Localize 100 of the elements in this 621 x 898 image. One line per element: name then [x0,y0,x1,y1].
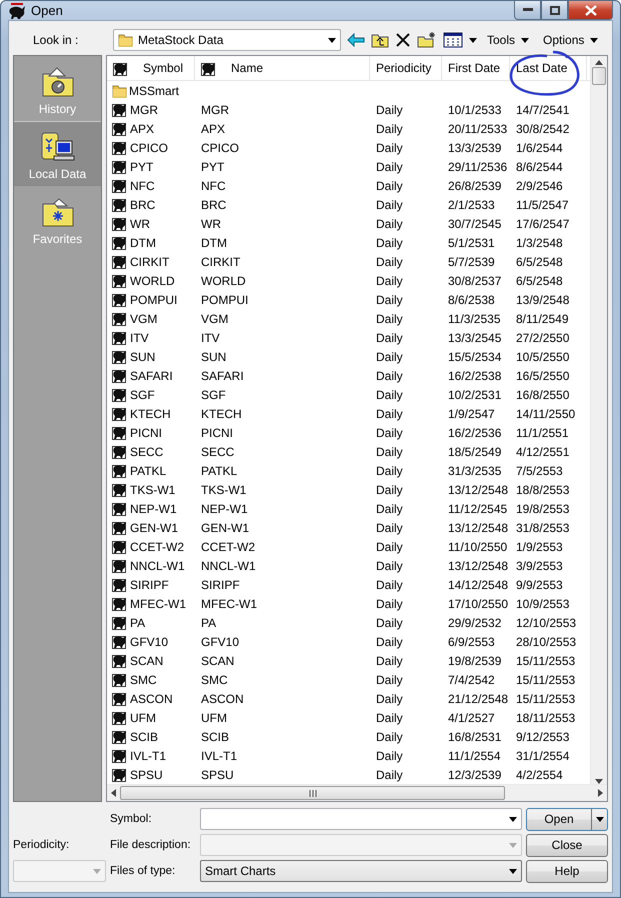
symbol-cell[interactable]: ASCON [107,691,195,706]
bull-icon [112,273,128,288]
first-date-cell-text: 11/12/2545 [447,502,508,516]
file-type-dropdown[interactable]: Smart Charts [200,860,522,882]
folder-item[interactable]: MSSmart [107,84,370,98]
symbol-cell[interactable]: CIRKIT [107,254,195,269]
vertical-scrollbar[interactable] [590,56,607,784]
symbol-cell[interactable]: UFM [107,710,195,725]
symbol-cell[interactable]: MGR [107,102,195,117]
bull-icon [112,330,128,345]
symbol-cell[interactable]: PYT [107,159,195,174]
symbol-cell[interactable]: GFV10 [107,634,195,649]
toolbar-menu[interactable]: Tools [483,33,534,47]
name-cell-text: UFM [200,710,228,724]
symbol-cell[interactable]: SCAN [107,653,195,668]
symbol-cell[interactable]: NEP-W1 [107,501,195,516]
bull-icon [112,159,128,174]
horizontal-scrollbar[interactable] [107,784,607,801]
last-date-cell-text: 18/11/2553 [515,710,576,724]
symbol-cell[interactable]: SPSU [107,767,195,782]
periodicity-cell-text: Daily [375,406,404,420]
name-cell-text: SCIB [200,730,230,744]
toolbar-menu[interactable]: Options [539,33,602,47]
help-button[interactable]: Help [526,860,608,882]
first-date-cell-text: 11/10/2550 [447,540,508,554]
last-date-cell-text: 1/3/2548 [515,236,564,250]
symbol-cell[interactable]: GEN-W1 [107,520,195,535]
bull-icon [112,482,128,497]
scroll-left-icon[interactable] [111,789,116,797]
symbol-cell[interactable]: POMPUI [107,292,195,307]
symbol-cell[interactable]: APX [107,121,195,136]
up-folder-icon[interactable] [371,32,389,48]
first-date-cell-text: 29/9/2532 [447,616,502,630]
scrollbar-thumb[interactable] [120,786,505,800]
column-header[interactable]: Last Date [510,56,587,80]
bull-icon [112,558,128,573]
close-button[interactable]: Close [526,834,608,856]
new-folder-icon[interactable] [417,32,437,48]
symbol-cell[interactable]: SECC [107,444,195,459]
open-button[interactable]: Open [526,808,608,830]
symbol-cell[interactable]: BRC [107,197,195,212]
symbol-cell[interactable]: PICNI [107,425,195,440]
first-date-cell-text: 31/3/2535 [447,464,502,478]
symbol-cell[interactable]: CCET-W2 [107,539,195,554]
symbol-cell[interactable]: WR [107,216,195,231]
first-date-cell-text: 16/2/2538 [447,368,502,382]
symbol-cell[interactable]: SMC [107,672,195,687]
last-date-cell-text: 16/5/2550 [515,368,570,382]
symbol-cell[interactable]: SAFARI [107,368,195,383]
symbol-cell[interactable]: SCIB [107,729,195,744]
first-date-cell-text: 21/12/2548 [447,692,510,706]
look-in-dropdown[interactable]: MetaStock Data [113,29,341,51]
column-header[interactable]: First Date [442,56,510,80]
symbol-cell[interactable]: MFEC-W1 [107,596,195,611]
last-date-cell-text: 15/11/2553 [515,672,576,686]
scroll-right-icon[interactable] [598,789,603,797]
folder-clock-icon [40,66,74,98]
symbol-cell[interactable]: DTM [107,235,195,250]
symbol-cell[interactable]: ITV [107,330,195,345]
delete-icon[interactable] [395,32,411,48]
name-cell-text: PYT [200,160,226,174]
symbol-cell[interactable]: PA [107,615,195,630]
symbol-cell[interactable]: KTECH [107,406,195,421]
column-header[interactable]: Periodicity [370,56,442,80]
symbol-cell[interactable]: PATKL [107,463,195,478]
bull-icon [112,197,128,212]
bull-icon [8,2,26,18]
symbol-cell[interactable]: SGF [107,387,195,402]
periodicity-cell-text: Daily [375,540,404,554]
bull-icon [112,292,128,307]
last-date-cell-text: 6/5/2548 [515,274,564,288]
symbol-cell[interactable]: SUN [107,349,195,364]
maximize-button[interactable] [541,1,568,20]
periodicity-cell-text: Daily [375,768,404,782]
first-date-cell-text: 10/2/2531 [447,388,502,402]
column-header[interactable]: Symbol [107,56,195,80]
name-cell-text: SUN [200,350,228,364]
first-date-cell-text: 13/3/2539 [447,140,502,154]
symbol-cell[interactable]: WORLD [107,273,195,288]
symbol-cell[interactable]: TKS-W1 [107,482,195,497]
periodicity-cell-text: Daily [375,178,404,192]
symbol-cell[interactable]: CPICO [107,140,195,155]
last-date-cell-text: 10/9/2553 [515,596,570,610]
scroll-up-icon[interactable] [595,60,603,65]
symbol-cell[interactable]: NNCL-W1 [107,558,195,573]
close-window-button[interactable] [568,1,613,20]
symbol-cell[interactable]: NFC [107,178,195,193]
bull-icon [112,254,128,269]
symbol-cell[interactable]: SIRIPF [107,577,195,592]
last-date-cell-text: 15/11/2553 [515,654,576,668]
scrollbar-thumb[interactable] [592,67,606,85]
last-date-cell-text: 31/1/2554 [515,748,570,762]
view-grid-icon[interactable] [443,32,463,48]
bull-icon [112,406,128,421]
name-cell-text: SGF [200,388,227,402]
symbol-cell[interactable]: IVL-T1 [107,748,195,763]
column-header[interactable]: Name [195,56,370,80]
back-arrow-icon[interactable] [347,33,365,47]
minimize-button[interactable] [514,1,541,20]
symbol-cell[interactable]: VGM [107,311,195,326]
